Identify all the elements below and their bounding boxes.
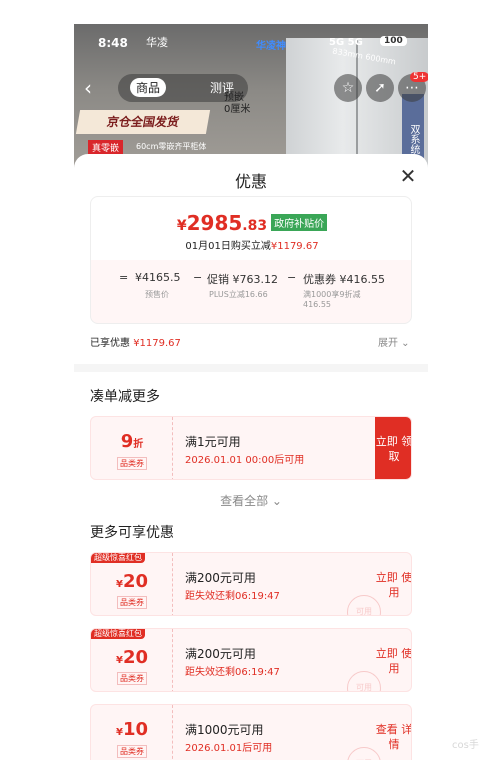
sheet-title: 优惠 (234, 172, 267, 191)
tab-product[interactable]: 商品 (130, 78, 167, 97)
price-symbol: ¥ (176, 218, 187, 234)
status-brand: 华凌 (146, 36, 168, 49)
close-icon[interactable]: ✕ (394, 162, 422, 190)
coupon-ribbon: 超级惊喜红包 (91, 553, 145, 563)
view-details-button[interactable]: 查看 详情 (375, 705, 411, 760)
subsidy-tag: 政府补贴价 (271, 214, 328, 231)
coupon-amount-number: 20 (122, 647, 149, 668)
coupon-amount-number: 9 (120, 431, 134, 452)
use-coupon-button[interactable]: 立即 使用 (375, 629, 411, 691)
coupon-time: 2026.01.01 00:00后可用 (185, 455, 305, 466)
status-bar: 8:48 华凌 华凌神 5G 5G 100 (74, 24, 428, 60)
coupon-condition: 满1元可用 (185, 435, 241, 449)
formula-op-2: − (193, 271, 203, 284)
formula-value-1: ¥4165.5 (135, 271, 181, 284)
enjoyed-label: 已享优惠 (90, 338, 130, 349)
coupon-condition: 满200元可用 (185, 647, 256, 661)
coupon-type: 品类券 (117, 672, 147, 685)
status-carrier: 华凌神 (256, 41, 286, 52)
price-note: 01月01日购买立减¥1179.67 (91, 237, 411, 252)
section-title-more-discounts: 更多可享优惠 (90, 525, 174, 541)
formula-sub-2: PLUS立减16.66 (209, 290, 268, 299)
formula-value-2: 促销 ¥763.12 (207, 273, 278, 286)
price-decimal: .83 (242, 218, 268, 234)
cart-badge: 5+ (410, 72, 428, 82)
promo-tag-desc: 60cm零嵌齐平柜体 (136, 142, 207, 151)
coupon-condition: 满200元可用 (185, 571, 256, 585)
coupon-currency: ¥ (115, 579, 123, 590)
back-icon[interactable]: ‹ (84, 76, 108, 100)
coupon-time: 距失效还剩06:19:47 (185, 591, 280, 602)
coupon-currency: ¥ (115, 727, 123, 738)
promo-banner: 京仓全国发货 (75, 110, 211, 134)
depth-label: 预嵌 0厘米 (224, 92, 250, 116)
coupon-ribbon: 超级惊喜红包 (91, 629, 145, 639)
star-icon[interactable]: ☆ (334, 74, 362, 102)
depth-label-top: 预嵌 (224, 92, 244, 103)
coupon-type: 品类券 (117, 457, 147, 470)
signal-icon: 5G 5G (329, 37, 363, 48)
coupon-time: 2026.01.01后可用 (185, 743, 273, 754)
formula-op-1: = (119, 271, 129, 284)
depth-label-bottom: 0厘米 (224, 104, 251, 115)
coupon-condition: 满1000元可用 (185, 723, 264, 737)
coupon-type: 品类券 (117, 596, 147, 609)
coupon-item: 超级惊喜红包 ¥20 品类券 满200元可用 距失效还剩06:19:47 可用 … (90, 552, 412, 616)
phone-screen: 双系统 833mm 600mm 8:48 华凌 华凌神 5G 5G 100 ‹ … (74, 24, 428, 760)
claim-coupon-button[interactable]: 立即 领取 (375, 417, 411, 479)
coupon-currency: ¥ (115, 655, 123, 666)
battery-icon: 100 (380, 36, 407, 46)
price-note-prefix: 01月01日购买立减 (185, 241, 271, 252)
coupon-item: ¥10 品类券 满1000元可用 2026.01.01后可用 可用 查看 详情 (90, 704, 412, 760)
coupon-type: 品类券 (117, 745, 147, 758)
coupon-amount: ¥10 (91, 719, 173, 740)
coupon-amount: ¥20 (91, 647, 173, 668)
view-all-button[interactable]: 查看全部 ⌄ (74, 492, 428, 509)
price-integer: 2985 (186, 211, 243, 235)
share-icon[interactable]: ➚ (366, 74, 394, 102)
enjoyed-amount: ¥1179.67 (133, 338, 181, 349)
formula-sub-1: 预售价 (145, 290, 169, 299)
coupon-item: 9折 品类券 满1元可用 2026.01.01 00:00后可用 立即 领取 (90, 416, 412, 480)
formula-sub-3: 满1000享9折减 416.55 (303, 290, 361, 309)
final-price: ¥2985.83 政府补贴价 (91, 211, 411, 235)
coupon-value: 9折 品类券 (91, 417, 173, 479)
use-coupon-button[interactable]: 立即 使用 (375, 553, 411, 615)
coupon-amount-number: 20 (122, 571, 149, 592)
price-note-amount: ¥1179.67 (270, 241, 319, 252)
status-time: 8:48 (98, 36, 128, 50)
enjoyed-discount: 已享优惠 ¥1179.67 (90, 334, 181, 349)
formula-value-3: 优惠券 ¥416.55 (303, 273, 385, 286)
promo-tag: 真零嵌 (88, 140, 124, 155)
coupon-amount: 9折 (91, 431, 173, 452)
formula-op-3: − (287, 271, 297, 284)
section-divider (74, 364, 428, 372)
coupon-time: 距失效还剩06:19:47 (185, 667, 280, 678)
price-card: ¥2985.83 政府补贴价 01月01日购买立减¥1179.67 = ¥4165… (90, 196, 412, 324)
section-title-more-savings: 凑单减更多 (90, 389, 160, 405)
coupon-amount-unit: 折 (133, 439, 144, 450)
discount-sheet: 优惠 ✕ ¥2985.83 政府补贴价 01月01日购买立减¥1179.67 = … (74, 154, 428, 760)
coupon-amount-number: 10 (122, 719, 149, 740)
coupon-value: ¥10 品类券 (91, 705, 173, 760)
coupon-amount: ¥20 (91, 571, 173, 592)
expand-button[interactable]: 展开 ⌄ (378, 334, 410, 349)
coupon-item: 超级惊喜红包 ¥20 品类券 满200元可用 距失效还剩06:19:47 可用 … (90, 628, 412, 692)
product-photo: 双系统 833mm 600mm 8:48 华凌 华凌神 5G 5G 100 ‹ … (74, 24, 428, 174)
watermark: cos手 (452, 740, 479, 751)
